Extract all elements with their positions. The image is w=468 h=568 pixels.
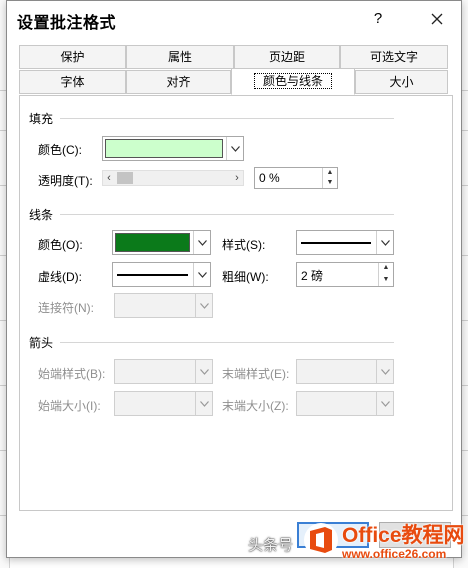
watermark-brand: Office教程网 www.office26.com — [342, 519, 465, 561]
arrows-heading: 箭头 — [29, 336, 54, 350]
tab-alt-text[interactable]: 可选文字 — [340, 45, 448, 69]
chevron-down-icon — [376, 392, 393, 415]
tab-properties[interactable]: 属性 — [126, 45, 234, 69]
line-color-label: 颜色(O): — [38, 238, 83, 252]
spin-down-icon[interactable]: ▼ — [323, 178, 337, 188]
chevron-down-icon — [376, 231, 393, 254]
tab-panel: 填充 颜色(C): 透明度(T): ‹ › 0 % ▲ ▼ 线条 颜色(O): — [19, 95, 453, 511]
slider-left-icon[interactable]: ‹ — [103, 171, 115, 185]
chevron-down-icon — [376, 360, 393, 383]
chevron-down-icon — [195, 294, 212, 317]
title-bar: 设置批注格式 ? — [7, 1, 461, 37]
watermark-brand-name: Office教程网 — [342, 524, 465, 547]
fill-heading: 填充 — [29, 112, 54, 126]
line-color-picker[interactable] — [112, 230, 211, 255]
weight-value: 2 磅 — [301, 269, 324, 283]
dialog-title: 设置批注格式 — [17, 15, 117, 32]
dash-dropdown[interactable] — [112, 262, 211, 287]
help-button[interactable]: ? — [365, 7, 391, 31]
begin-size-label: 始端大小(I): — [38, 399, 101, 413]
begin-size-dropdown — [114, 391, 213, 416]
tab-font[interactable]: 字体 — [19, 70, 126, 94]
fill-color-swatch — [105, 139, 223, 158]
office-logo-icon — [304, 523, 338, 557]
begin-style-label: 始端样式(B): — [38, 367, 106, 381]
spinner-buttons[interactable]: ▲ ▼ — [322, 168, 337, 188]
connector-label: 连接符(N): — [38, 301, 94, 315]
tab-size[interactable]: 大小 — [355, 70, 448, 94]
end-style-dropdown — [296, 359, 394, 384]
spin-down-icon[interactable]: ▼ — [379, 275, 393, 287]
weight-spinner[interactable]: 2 磅 ▲ ▼ — [296, 262, 394, 287]
fill-color-label: 颜色(C): — [38, 143, 82, 157]
fill-color-picker[interactable] — [102, 136, 244, 161]
end-size-dropdown — [296, 391, 394, 416]
begin-style-dropdown — [114, 359, 213, 384]
arrows-separator — [60, 342, 394, 343]
dash-preview — [117, 274, 188, 276]
line-style-label: 样式(S): — [222, 238, 266, 252]
tab-protection[interactable]: 保护 — [19, 45, 126, 69]
spin-up-icon[interactable]: ▲ — [379, 263, 393, 275]
spin-up-icon[interactable]: ▲ — [323, 168, 337, 178]
watermark-url: www.office26.com — [342, 547, 447, 561]
dash-label: 虚线(D): — [38, 270, 82, 284]
spinner-buttons[interactable]: ▲ ▼ — [378, 263, 393, 286]
slider-thumb[interactable] — [117, 172, 133, 184]
slider-right-icon[interactable]: › — [231, 171, 243, 185]
format-comment-dialog: 设置批注格式 ? 保护 属性 页边距 可选文字 字体 对齐 颜色与线条 大小 填… — [6, 0, 462, 558]
end-size-label: 末端大小(Z): — [222, 399, 289, 413]
transparency-spinner[interactable]: 0 % ▲ ▼ — [254, 167, 338, 189]
close-button[interactable] — [424, 7, 450, 31]
fill-separator — [60, 118, 394, 119]
tab-alignment[interactable]: 对齐 — [126, 70, 231, 94]
chevron-down-icon — [226, 137, 243, 160]
transparency-value: 0 % — [259, 171, 280, 185]
transparency-label: 透明度(T): — [38, 174, 93, 188]
line-style-dropdown[interactable] — [296, 230, 394, 255]
tab-strip: 保护 属性 页边距 可选文字 字体 对齐 颜色与线条 大小 — [19, 45, 449, 97]
chevron-down-icon — [195, 360, 212, 383]
close-icon — [431, 13, 443, 25]
connector-dropdown — [114, 293, 213, 318]
line-color-swatch — [115, 233, 190, 252]
line-heading: 线条 — [29, 208, 54, 222]
transparency-slider[interactable]: ‹ › — [102, 170, 244, 186]
chevron-down-icon — [193, 263, 210, 286]
tab-colors-lines-label: 颜色与线条 — [253, 73, 332, 89]
line-separator — [60, 214, 394, 215]
line-style-preview — [301, 242, 371, 244]
watermark-text: 头条号 — [248, 537, 294, 554]
chevron-down-icon — [195, 392, 212, 415]
end-style-label: 末端样式(E): — [222, 367, 290, 381]
tab-margins[interactable]: 页边距 — [234, 45, 340, 69]
chevron-down-icon — [193, 231, 210, 254]
weight-label: 粗细(W): — [222, 270, 269, 284]
tab-colors-lines[interactable]: 颜色与线条 — [231, 68, 355, 95]
